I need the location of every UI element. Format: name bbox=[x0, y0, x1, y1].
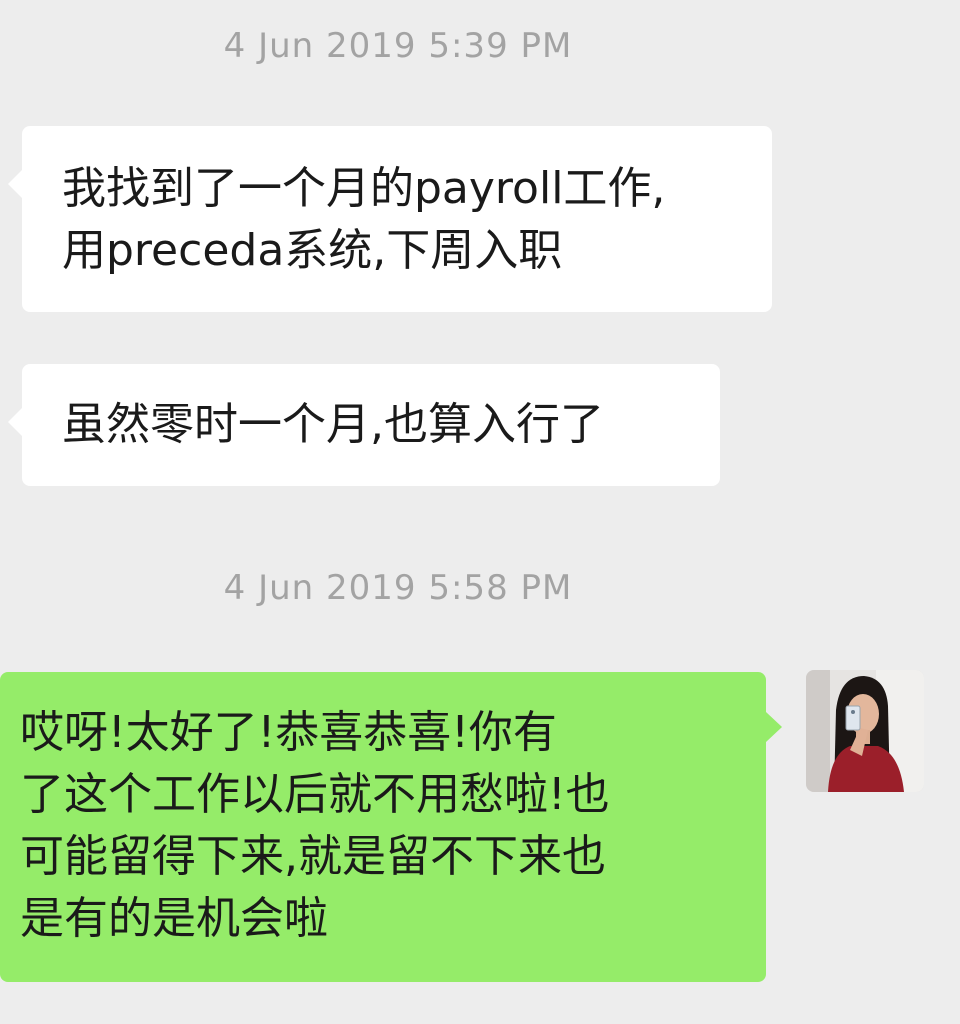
timestamp: 4 Jun 2019 5:39 PM bbox=[223, 26, 573, 66]
message-text-line: 可能留得下来,就是留不下来也 bbox=[20, 831, 606, 882]
message-text-line: 是有的是机会啦 bbox=[20, 893, 328, 944]
incoming-message-bubble[interactable]: 虽然零时一个月,也算入行了 bbox=[8, 364, 720, 486]
outgoing-message-bubble[interactable]: 哎呀!太好了!恭喜恭喜!你有 了这个工作以后就不用愁啦!也 可能留得下来,就是留… bbox=[0, 672, 782, 982]
message-text-line: 虽然零时一个月,也算入行了 bbox=[62, 399, 604, 450]
avatar-photo-icon bbox=[806, 670, 924, 792]
incoming-message-bubble[interactable]: 我找到了一个月的payroll工作, 用preceda系统,下周入职 bbox=[8, 126, 772, 312]
message-text-line: 我找到了一个月的payroll工作, bbox=[62, 163, 666, 214]
message-text-line: 用preceda系统,下周入职 bbox=[62, 225, 563, 276]
message-text-line: 哎呀!太好了!恭喜恭喜!你有 bbox=[20, 707, 557, 758]
user-avatar[interactable] bbox=[806, 670, 924, 792]
message-text-line: 了这个工作以后就不用愁啦!也 bbox=[20, 769, 610, 820]
timestamp: 4 Jun 2019 5:58 PM bbox=[223, 568, 573, 608]
